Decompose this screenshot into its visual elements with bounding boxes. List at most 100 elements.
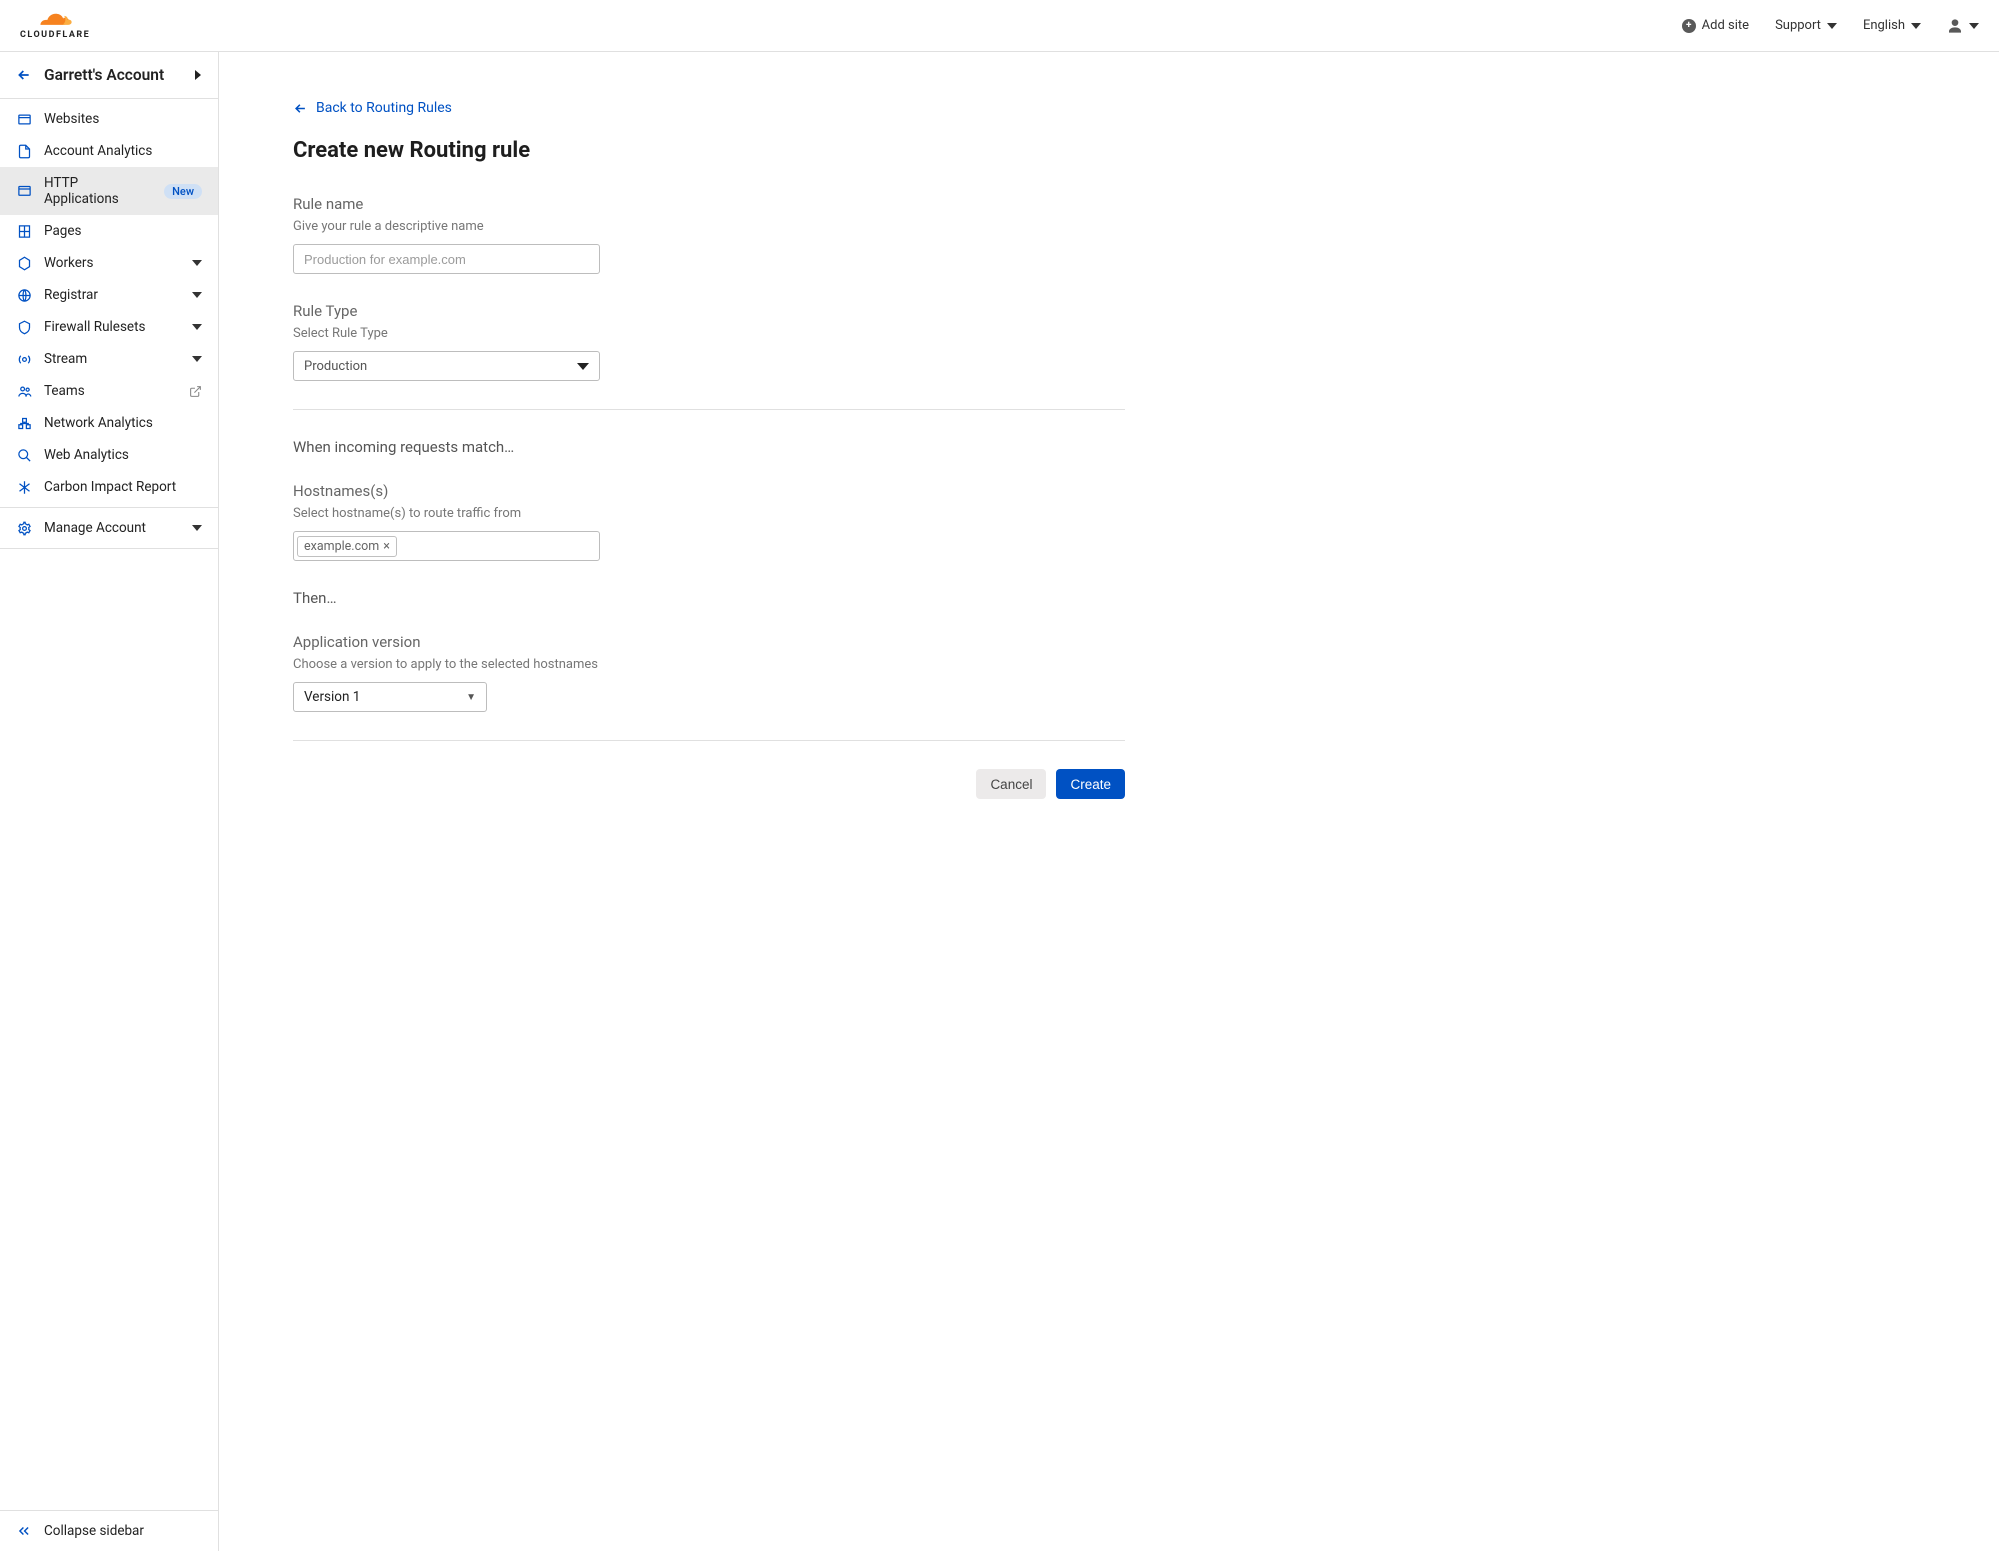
remove-tag-icon[interactable]: × xyxy=(383,539,390,554)
rule-type-help: Select Rule Type xyxy=(293,326,1125,341)
sidebar-item-network-analytics[interactable]: Network Analytics xyxy=(0,407,218,439)
workers-icon xyxy=(16,255,32,271)
chevron-down-icon xyxy=(577,363,589,370)
version-group: Application version Choose a version to … xyxy=(293,633,1125,712)
sidebar-item-label: Account Analytics xyxy=(44,143,152,159)
language-label: English xyxy=(1863,18,1905,33)
page-title: Create new Routing rule xyxy=(293,138,1125,163)
chevron-down-icon xyxy=(1911,23,1921,29)
hostnames-input[interactable]: example.com × xyxy=(293,531,600,561)
back-link-label: Back to Routing Rules xyxy=(316,100,452,116)
plus-circle-icon: + xyxy=(1682,19,1696,33)
divider xyxy=(293,740,1125,741)
sidebar-nav: Websites Account Analytics HTTP Applicat… xyxy=(0,99,218,1510)
sidebar-item-label: Teams xyxy=(44,383,85,399)
cloudflare-logo[interactable]: CLOUDFLARE xyxy=(20,11,90,40)
sidebar-item-label: HTTP Applications xyxy=(44,175,152,207)
caret-right-icon xyxy=(194,69,202,81)
rule-type-label: Rule Type xyxy=(293,302,1125,320)
sidebar-item-pages[interactable]: Pages xyxy=(0,215,218,247)
rule-name-group: Rule name Give your rule a descriptive n… xyxy=(293,195,1125,274)
chevron-down-icon xyxy=(1969,23,1979,29)
sidebar-item-label: Manage Account xyxy=(44,520,146,536)
collapse-label: Collapse sidebar xyxy=(44,1523,144,1539)
search-icon xyxy=(16,447,32,463)
chevron-down-icon xyxy=(192,525,202,531)
http-apps-icon xyxy=(16,183,32,199)
sidebar-item-label: Firewall Rulesets xyxy=(44,319,145,335)
rule-name-input[interactable] xyxy=(293,244,600,274)
version-label: Application version xyxy=(293,633,1125,651)
divider xyxy=(293,409,1125,410)
registrar-icon xyxy=(16,287,32,303)
sidebar-item-label: Stream xyxy=(44,351,87,367)
rule-type-select[interactable]: Production xyxy=(293,351,600,381)
sidebar: Garrett's Account Websites Account Analy… xyxy=(0,52,219,1551)
topbar: CLOUDFLARE + Add site Support English xyxy=(0,0,1999,52)
rule-type-value: Production xyxy=(304,359,367,374)
support-dropdown[interactable]: Support xyxy=(1775,18,1837,33)
rule-name-label: Rule name xyxy=(293,195,1125,213)
sidebar-item-firewall-rulesets[interactable]: Firewall Rulesets xyxy=(0,311,218,343)
chevron-down-icon xyxy=(192,260,202,266)
create-button[interactable]: Create xyxy=(1056,769,1125,799)
sidebar-item-label: Network Analytics xyxy=(44,415,153,431)
chevron-down-icon xyxy=(1827,23,1837,29)
chevron-down-icon xyxy=(192,292,202,298)
rule-name-help: Give your rule a descriptive name xyxy=(293,219,1125,234)
match-heading: When incoming requests match… xyxy=(293,438,1125,456)
analytics-icon xyxy=(16,143,32,159)
language-dropdown[interactable]: English xyxy=(1863,18,1921,33)
logo-text: CLOUDFLARE xyxy=(20,30,90,40)
arrow-left-icon xyxy=(16,67,32,83)
sidebar-item-registrar[interactable]: Registrar xyxy=(0,279,218,311)
sidebar-item-label: Websites xyxy=(44,111,99,127)
sidebar-item-account-analytics[interactable]: Account Analytics xyxy=(0,135,218,167)
version-select[interactable]: Version 1 ▼ xyxy=(293,682,487,712)
collapse-sidebar-button[interactable]: Collapse sidebar xyxy=(0,1510,218,1551)
arrow-left-icon xyxy=(293,101,308,116)
main-content: Back to Routing Rules Create new Routing… xyxy=(219,52,1999,1551)
external-link-icon xyxy=(189,385,202,398)
account-switcher[interactable]: Garrett's Account xyxy=(0,52,218,99)
account-name: Garrett's Account xyxy=(44,66,164,84)
sidebar-item-label: Web Analytics xyxy=(44,447,129,463)
sidebar-item-label: Carbon Impact Report xyxy=(44,479,176,495)
sidebar-item-http-applications[interactable]: HTTP Applications New xyxy=(0,167,218,215)
sidebar-item-teams[interactable]: Teams xyxy=(0,375,218,407)
sidebar-item-stream[interactable]: Stream xyxy=(0,343,218,375)
pages-icon xyxy=(16,223,32,239)
sidebar-item-workers[interactable]: Workers xyxy=(0,247,218,279)
teams-icon xyxy=(16,383,32,399)
sidebar-item-label: Workers xyxy=(44,255,93,271)
snowflake-icon xyxy=(16,479,32,495)
new-badge: New xyxy=(164,184,202,199)
hostname-tag-label: example.com xyxy=(304,539,379,554)
sidebar-item-label: Registrar xyxy=(44,287,98,303)
hostnames-help: Select hostname(s) to route traffic from xyxy=(293,506,1125,521)
rule-type-group: Rule Type Select Rule Type Production xyxy=(293,302,1125,381)
add-site-label: Add site xyxy=(1702,18,1749,33)
chevron-down-icon xyxy=(192,324,202,330)
chevron-down-icon: ▼ xyxy=(466,692,476,703)
gear-icon xyxy=(16,520,32,536)
double-chevron-left-icon xyxy=(16,1524,32,1538)
shield-icon xyxy=(16,319,32,335)
then-heading: Then… xyxy=(293,589,1125,607)
user-menu[interactable] xyxy=(1947,18,1979,34)
chevron-down-icon xyxy=(192,356,202,362)
footer-actions: Cancel Create xyxy=(293,769,1125,799)
add-site-button[interactable]: + Add site xyxy=(1682,18,1749,33)
version-value: Version 1 xyxy=(304,689,360,705)
hostnames-label: Hostnames(s) xyxy=(293,482,1125,500)
sidebar-item-web-analytics[interactable]: Web Analytics xyxy=(0,439,218,471)
back-link[interactable]: Back to Routing Rules xyxy=(293,100,452,116)
sidebar-item-carbon-impact[interactable]: Carbon Impact Report xyxy=(0,471,218,503)
cancel-button[interactable]: Cancel xyxy=(976,769,1046,799)
version-help: Choose a version to apply to the selecte… xyxy=(293,657,1125,672)
sidebar-item-websites[interactable]: Websites xyxy=(0,103,218,135)
stream-icon xyxy=(16,351,32,367)
hostname-tag[interactable]: example.com × xyxy=(297,536,397,557)
sidebar-item-manage-account[interactable]: Manage Account xyxy=(0,512,218,544)
hostnames-group: Hostnames(s) Select hostname(s) to route… xyxy=(293,482,1125,561)
